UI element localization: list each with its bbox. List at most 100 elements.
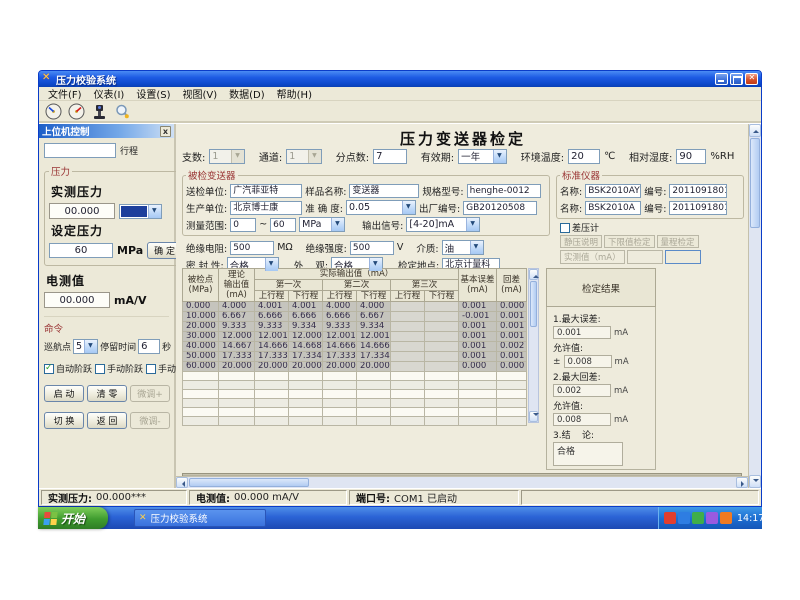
- tray-orange-icon[interactable]: [720, 512, 732, 524]
- table-row[interactable]: 40.00014.66714.66614.66814.66614.6660.00…: [183, 342, 527, 352]
- dropdown-arrow-icon[interactable]: [466, 218, 479, 231]
- table-row-empty[interactable]: [183, 390, 527, 399]
- mode-checkbox[interactable]: 手动阶跃: [95, 362, 143, 375]
- table-row-empty[interactable]: [183, 417, 527, 426]
- table-scrollbar[interactable]: [528, 268, 539, 423]
- resistance-input[interactable]: 500: [230, 241, 274, 255]
- scroll-thumb[interactable]: [189, 478, 309, 487]
- dropdown-arrow-icon[interactable]: [402, 201, 415, 214]
- tray-red-icon[interactable]: [664, 512, 676, 524]
- menu-item[interactable]: 帮助(H): [272, 86, 317, 101]
- factory-no-input[interactable]: GB20120508: [463, 201, 537, 215]
- name-input-1[interactable]: BSK2010AY: [585, 184, 641, 198]
- start-button[interactable]: 启 动: [44, 385, 84, 402]
- stroke-input[interactable]: [44, 143, 116, 158]
- menu-item[interactable]: 文件(F): [43, 86, 87, 101]
- scroll-up-icon[interactable]: [529, 269, 538, 280]
- panel-close-icon[interactable]: x: [160, 126, 171, 137]
- measured-value-box-1[interactable]: [627, 250, 663, 264]
- mode-checkbox[interactable]: 自动阶跃: [44, 362, 92, 375]
- temperature-input[interactable]: [568, 149, 600, 164]
- start-button[interactable]: 开始: [38, 507, 108, 529]
- dropdown-arrow-icon[interactable]: [331, 218, 344, 231]
- table-row-empty[interactable]: [183, 381, 527, 390]
- scroll-down-icon[interactable]: [529, 411, 538, 422]
- dropdown-arrow-icon[interactable]: [84, 340, 97, 353]
- dropdown-arrow-icon[interactable]: [148, 205, 161, 218]
- sample-input[interactable]: 变送器: [349, 184, 419, 198]
- strength-input[interactable]: 500: [350, 241, 394, 255]
- gauge-red-icon[interactable]: [66, 102, 86, 120]
- menu-item[interactable]: 视图(V): [177, 86, 222, 101]
- humidity-input-label: 相对湿度:: [629, 149, 672, 164]
- scroll-thumb[interactable]: [530, 281, 537, 327]
- table-row[interactable]: 0.0004.0004.0014.0014.0004.0000.0010.000: [183, 302, 527, 312]
- range-high-input[interactable]: 60: [270, 218, 296, 232]
- scroll-left-icon[interactable]: [176, 477, 188, 488]
- table-cell: 20.000: [183, 322, 219, 332]
- menu-item[interactable]: 设置(S): [131, 86, 175, 101]
- table-row-empty[interactable]: [183, 399, 527, 408]
- measured-value-box-2[interactable]: [665, 250, 701, 264]
- tray-blue-icon[interactable]: [678, 512, 690, 524]
- table-row[interactable]: 50.00017.33317.33317.33417.33317.3340.00…: [183, 352, 527, 362]
- validity-select[interactable]: 一年: [458, 149, 507, 164]
- table-row[interactable]: 10.0006.6676.6666.6666.6666.667-0.0010.0…: [183, 312, 527, 322]
- verification-table[interactable]: 被检点 (MPa)理论 输出值 (mA)实际输出值（mA）基本误差 (mA)回差…: [182, 268, 527, 426]
- fine-minus-button[interactable]: 微调-: [130, 412, 170, 429]
- pump-device-icon[interactable]: [89, 102, 109, 120]
- dropdown-arrow-icon[interactable]: [265, 258, 278, 271]
- switch-button[interactable]: 切 换: [44, 412, 84, 429]
- no-input-1[interactable]: 2011091801: [669, 184, 727, 198]
- dwell-time-input[interactable]: [138, 339, 160, 354]
- dropdown-arrow-icon[interactable]: [369, 258, 382, 271]
- diff-gauge-checkbox[interactable]: 差压计: [560, 221, 599, 234]
- minimize-button[interactable]: [715, 73, 728, 85]
- medium-select[interactable]: 油: [442, 240, 484, 255]
- dropdown-arrow-icon[interactable]: [470, 241, 483, 254]
- range-low-input[interactable]: 0: [230, 218, 256, 232]
- dropdown-arrow-icon[interactable]: [493, 150, 506, 163]
- model-input[interactable]: henghe-0012: [467, 184, 541, 198]
- accuracy-select[interactable]: 0.05: [346, 200, 416, 215]
- scroll-down-icon[interactable]: [749, 475, 761, 488]
- table-cell: [323, 372, 357, 381]
- vertical-scrollbar[interactable]: [748, 124, 761, 488]
- table-row[interactable]: 30.00012.00012.00112.00012.00112.0010.00…: [183, 332, 527, 342]
- fine-plus-button[interactable]: 微调+: [130, 385, 170, 402]
- set-pressure-input[interactable]: [49, 243, 113, 258]
- table-row-empty[interactable]: [183, 408, 527, 417]
- scroll-right-icon[interactable]: [736, 477, 748, 488]
- signal-select[interactable]: [4-20]mA: [406, 217, 480, 232]
- maximize-button[interactable]: [730, 73, 743, 85]
- status-electrical: 电测值:00.000 mA/V: [189, 490, 347, 505]
- menu-item[interactable]: 仪表(I): [89, 86, 130, 101]
- mode-checkbox[interactable]: 手动: [146, 362, 176, 375]
- menu-item[interactable]: 数据(D): [224, 86, 270, 101]
- no-input-2[interactable]: 2011091801: [669, 201, 727, 215]
- tray-purple-icon[interactable]: [706, 512, 718, 524]
- humidity-input[interactable]: [676, 149, 706, 164]
- taskbar-app-button[interactable]: ✕ 压力校验系统: [134, 509, 266, 527]
- table-row[interactable]: 20.0009.3339.3339.3349.3339.3340.0010.00…: [183, 322, 527, 332]
- main-area: 压力变送器检定 支数:1通道:1分点数:有效期:一年环境温度:℃相对湿度:%RH…: [176, 124, 761, 488]
- points-input[interactable]: [373, 149, 407, 164]
- table-row[interactable]: 60.00020.00020.00020.00020.00020.0000.00…: [183, 362, 527, 372]
- tray-green-icon[interactable]: [692, 512, 704, 524]
- gauge-blue-icon[interactable]: [43, 102, 63, 120]
- range-unit-select[interactable]: MPa: [299, 217, 345, 232]
- horizontal-scrollbar[interactable]: [176, 476, 748, 488]
- scroll-up-icon[interactable]: [749, 124, 761, 137]
- sender-input[interactable]: 广汽菲亚特: [230, 184, 302, 198]
- manufacturer-input[interactable]: 北京博士康: [230, 201, 302, 215]
- table-cell: [459, 417, 497, 426]
- close-button[interactable]: [745, 73, 758, 85]
- cruise-point-select[interactable]: 5: [73, 339, 98, 354]
- table-row-empty[interactable]: [183, 372, 527, 381]
- magnifier-icon[interactable]: [112, 102, 132, 120]
- name-input-2[interactable]: BSK2010A: [585, 201, 641, 215]
- zero-button[interactable]: 清 零: [87, 385, 127, 402]
- return-button[interactable]: 返 回: [87, 412, 127, 429]
- pressure-unit-combo[interactable]: [119, 204, 162, 219]
- scroll-thumb[interactable]: [750, 138, 760, 228]
